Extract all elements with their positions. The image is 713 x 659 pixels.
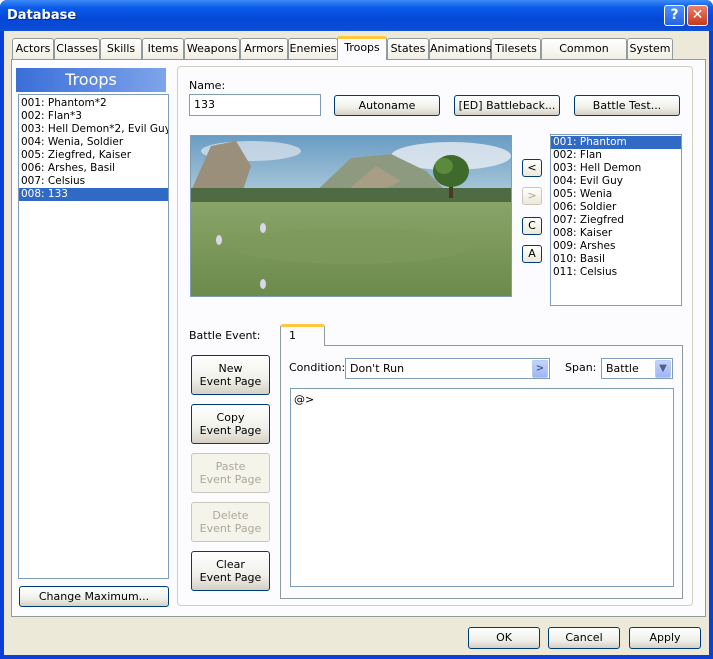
troops-header: Troops bbox=[16, 68, 166, 92]
list-item[interactable]: 004: Wenia, Soldier bbox=[19, 136, 168, 149]
list-item[interactable]: 005: Wenia bbox=[551, 188, 681, 201]
list-item[interactable]: 007: Celsius bbox=[19, 175, 168, 188]
event-page-tab-1[interactable]: 1 bbox=[280, 324, 325, 346]
name-label: Name: bbox=[189, 79, 226, 92]
database-window: Database ? ✕ Actors Classes Skills Items… bbox=[0, 0, 713, 659]
battleback-button[interactable]: [ED] Battleback... bbox=[454, 95, 560, 116]
list-item[interactable]: 010: Basil bbox=[551, 253, 681, 266]
list-item[interactable]: 007: Ziegfred bbox=[551, 214, 681, 227]
clear-enemies-button[interactable]: C bbox=[522, 217, 542, 235]
tab-system[interactable]: System bbox=[627, 38, 673, 59]
list-item[interactable]: 006: Soldier bbox=[551, 201, 681, 214]
tab-tilesets[interactable]: Tilesets bbox=[491, 38, 541, 59]
condition-field[interactable]: Don't Run bbox=[345, 358, 550, 379]
change-maximum-button[interactable]: Change Maximum... bbox=[19, 586, 169, 607]
button-label: Event Page bbox=[199, 571, 262, 584]
close-icon: ✕ bbox=[691, 7, 704, 23]
list-item-selected[interactable]: 001: Phantom bbox=[551, 136, 681, 149]
button-label: Copy bbox=[216, 411, 245, 424]
list-item-selected[interactable]: 008: 133 bbox=[19, 188, 168, 201]
span-label: Span: bbox=[565, 361, 597, 374]
list-item[interactable]: 004: Evil Guy bbox=[551, 175, 681, 188]
list-item[interactable]: @> bbox=[291, 389, 673, 410]
delete-event-page-button[interactable]: Delete Event Page bbox=[191, 502, 270, 542]
align-enemies-button[interactable]: A bbox=[522, 245, 542, 263]
list-item[interactable]: 003: Hell Demon*2, Evil Guy bbox=[19, 123, 168, 136]
cancel-button[interactable]: Cancel bbox=[548, 627, 620, 649]
client-area: Actors Classes Skills Items Weapons Armo… bbox=[4, 31, 709, 655]
button-label: New bbox=[218, 362, 243, 375]
remove-enemy-button[interactable]: > bbox=[522, 187, 542, 205]
list-item[interactable]: 005: Ziegfred, Kaiser bbox=[19, 149, 168, 162]
battleback-scene bbox=[191, 136, 511, 296]
chevron-down-icon[interactable]: ▼ bbox=[655, 360, 671, 378]
tab-states[interactable]: States bbox=[387, 38, 429, 59]
list-item[interactable]: 006: Arshes, Basil bbox=[19, 162, 168, 175]
list-item[interactable]: 002: Flan bbox=[551, 149, 681, 162]
list-item[interactable]: 003: Hell Demon bbox=[551, 162, 681, 175]
tab-items[interactable]: Items bbox=[142, 38, 184, 59]
button-label: Clear bbox=[216, 558, 245, 571]
button-label: Delete bbox=[212, 509, 249, 522]
button-label: Event Page bbox=[199, 473, 262, 486]
list-item[interactable]: 011: Celsius bbox=[551, 266, 681, 279]
button-label: Paste bbox=[215, 460, 246, 473]
question-icon: ? bbox=[670, 7, 679, 23]
enemies-list[interactable]: 001: Phantom 002: Flan 003: Hell Demon 0… bbox=[550, 134, 682, 306]
copy-event-page-button[interactable]: Copy Event Page bbox=[191, 404, 270, 444]
tab-armors[interactable]: Armors bbox=[240, 38, 288, 59]
help-button[interactable]: ? bbox=[664, 5, 685, 26]
tab-weapons[interactable]: Weapons bbox=[184, 38, 240, 59]
clear-event-page-button[interactable]: Clear Event Page bbox=[191, 551, 270, 591]
list-item[interactable]: 009: Arshes bbox=[551, 240, 681, 253]
list-item[interactable]: 001: Phantom*2 bbox=[19, 97, 168, 110]
tab-troops[interactable]: Troops bbox=[337, 36, 387, 60]
ok-button[interactable]: OK bbox=[468, 627, 540, 649]
event-commands-list[interactable]: @> bbox=[290, 388, 674, 587]
condition-label: Condition: bbox=[289, 361, 346, 374]
tab-enemies[interactable]: Enemies bbox=[288, 38, 338, 59]
tab-animations[interactable]: Animations bbox=[429, 38, 492, 59]
tab-actors[interactable]: Actors bbox=[12, 38, 54, 59]
paste-event-page-button[interactable]: Paste Event Page bbox=[191, 453, 270, 493]
battleback-preview[interactable] bbox=[190, 135, 512, 297]
apply-button[interactable]: Apply bbox=[629, 627, 701, 649]
title-bar[interactable]: Database ? ✕ bbox=[0, 0, 713, 31]
list-item[interactable]: 002: Flan*3 bbox=[19, 110, 168, 123]
close-button[interactable]: ✕ bbox=[687, 5, 708, 26]
tab-classes[interactable]: Classes bbox=[54, 38, 100, 59]
button-label: Event Page bbox=[199, 522, 262, 535]
tab-skills[interactable]: Skills bbox=[100, 38, 142, 59]
new-event-page-button[interactable]: New Event Page bbox=[191, 355, 270, 395]
button-label: Event Page bbox=[199, 375, 262, 388]
autoname-button[interactable]: Autoname bbox=[334, 95, 440, 116]
name-input[interactable]: 133 bbox=[189, 94, 321, 116]
add-enemy-button[interactable]: < bbox=[522, 159, 542, 177]
troops-list[interactable]: 001: Phantom*2 002: Flan*3 003: Hell Dem… bbox=[18, 94, 169, 579]
tab-common-events[interactable]: Common Events bbox=[541, 38, 627, 74]
battle-event-label: Battle Event: bbox=[189, 329, 261, 342]
button-label: Event Page bbox=[199, 424, 262, 437]
list-item[interactable]: 008: Kaiser bbox=[551, 227, 681, 240]
battle-test-button[interactable]: Battle Test... bbox=[574, 95, 680, 116]
window-title: Database bbox=[7, 8, 77, 23]
chevron-right-icon[interactable]: > bbox=[532, 360, 548, 378]
